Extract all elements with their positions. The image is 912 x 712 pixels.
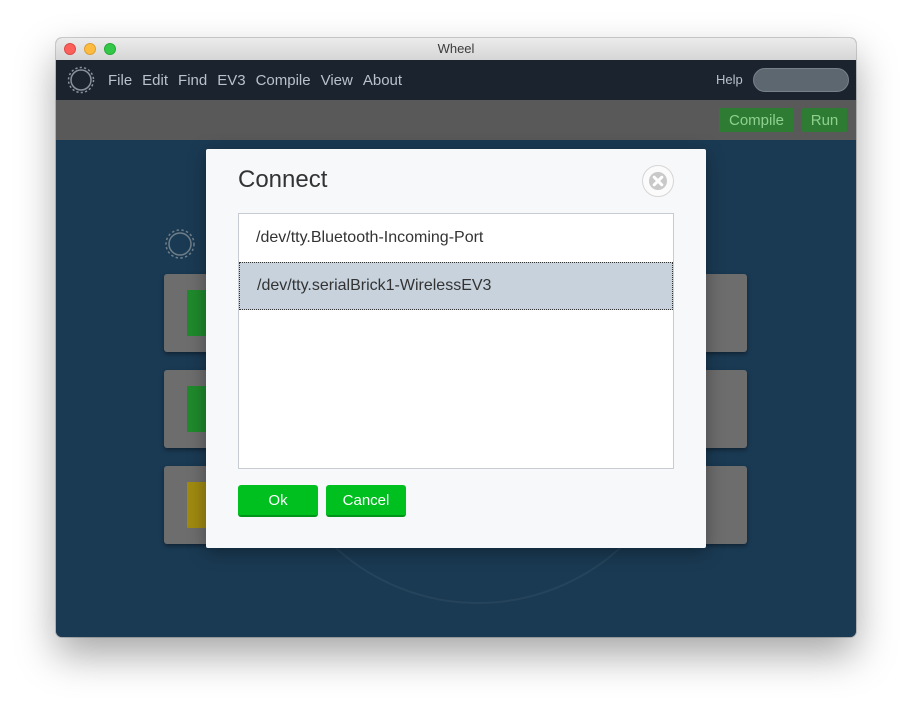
gear-icon bbox=[187, 386, 207, 432]
menu-bar: File Edit Find EV3 Compile View About He… bbox=[56, 60, 856, 100]
menu-find[interactable]: Find bbox=[178, 72, 207, 89]
title-bar: Wheel bbox=[56, 38, 856, 61]
menu-view[interactable]: View bbox=[321, 72, 353, 89]
menu-ev3[interactable]: EV3 bbox=[217, 72, 245, 89]
close-icon-glyph bbox=[649, 172, 667, 190]
port-item-serial-brick[interactable]: /dev/tty.serialBrick1-WirelessEV3 bbox=[239, 262, 673, 310]
connect-dialog: Connect /dev/tty.Bluetooth-Incoming-Port… bbox=[206, 149, 706, 548]
menu-edit[interactable]: Edit bbox=[142, 72, 168, 89]
close-icon[interactable] bbox=[642, 165, 674, 197]
port-item-bluetooth-incoming[interactable]: /dev/tty.Bluetooth-Incoming-Port bbox=[239, 214, 673, 262]
cancel-button[interactable]: Cancel bbox=[326, 485, 406, 517]
menu-file[interactable]: File bbox=[108, 72, 132, 89]
main-menu: File Edit Find EV3 Compile View About bbox=[108, 60, 412, 100]
help-search-input[interactable] bbox=[753, 68, 849, 92]
star-icon bbox=[187, 290, 207, 336]
menu-about[interactable]: About bbox=[363, 72, 402, 89]
compile-button[interactable]: Compile bbox=[719, 108, 794, 132]
gear-icon bbox=[165, 229, 195, 259]
dialog-title: Connect bbox=[238, 166, 328, 193]
help-label: Help bbox=[716, 72, 743, 87]
help-icon bbox=[187, 482, 207, 528]
port-list[interactable]: /dev/tty.Bluetooth-Incoming-Port /dev/tt… bbox=[238, 213, 674, 469]
toolbar: Compile Run bbox=[56, 100, 856, 140]
ok-button[interactable]: Ok bbox=[238, 485, 318, 517]
run-button[interactable]: Run bbox=[802, 108, 847, 132]
window-title: Wheel bbox=[437, 41, 475, 56]
menu-compile[interactable]: Compile bbox=[256, 72, 311, 89]
gear-logo-icon[interactable] bbox=[67, 66, 95, 94]
